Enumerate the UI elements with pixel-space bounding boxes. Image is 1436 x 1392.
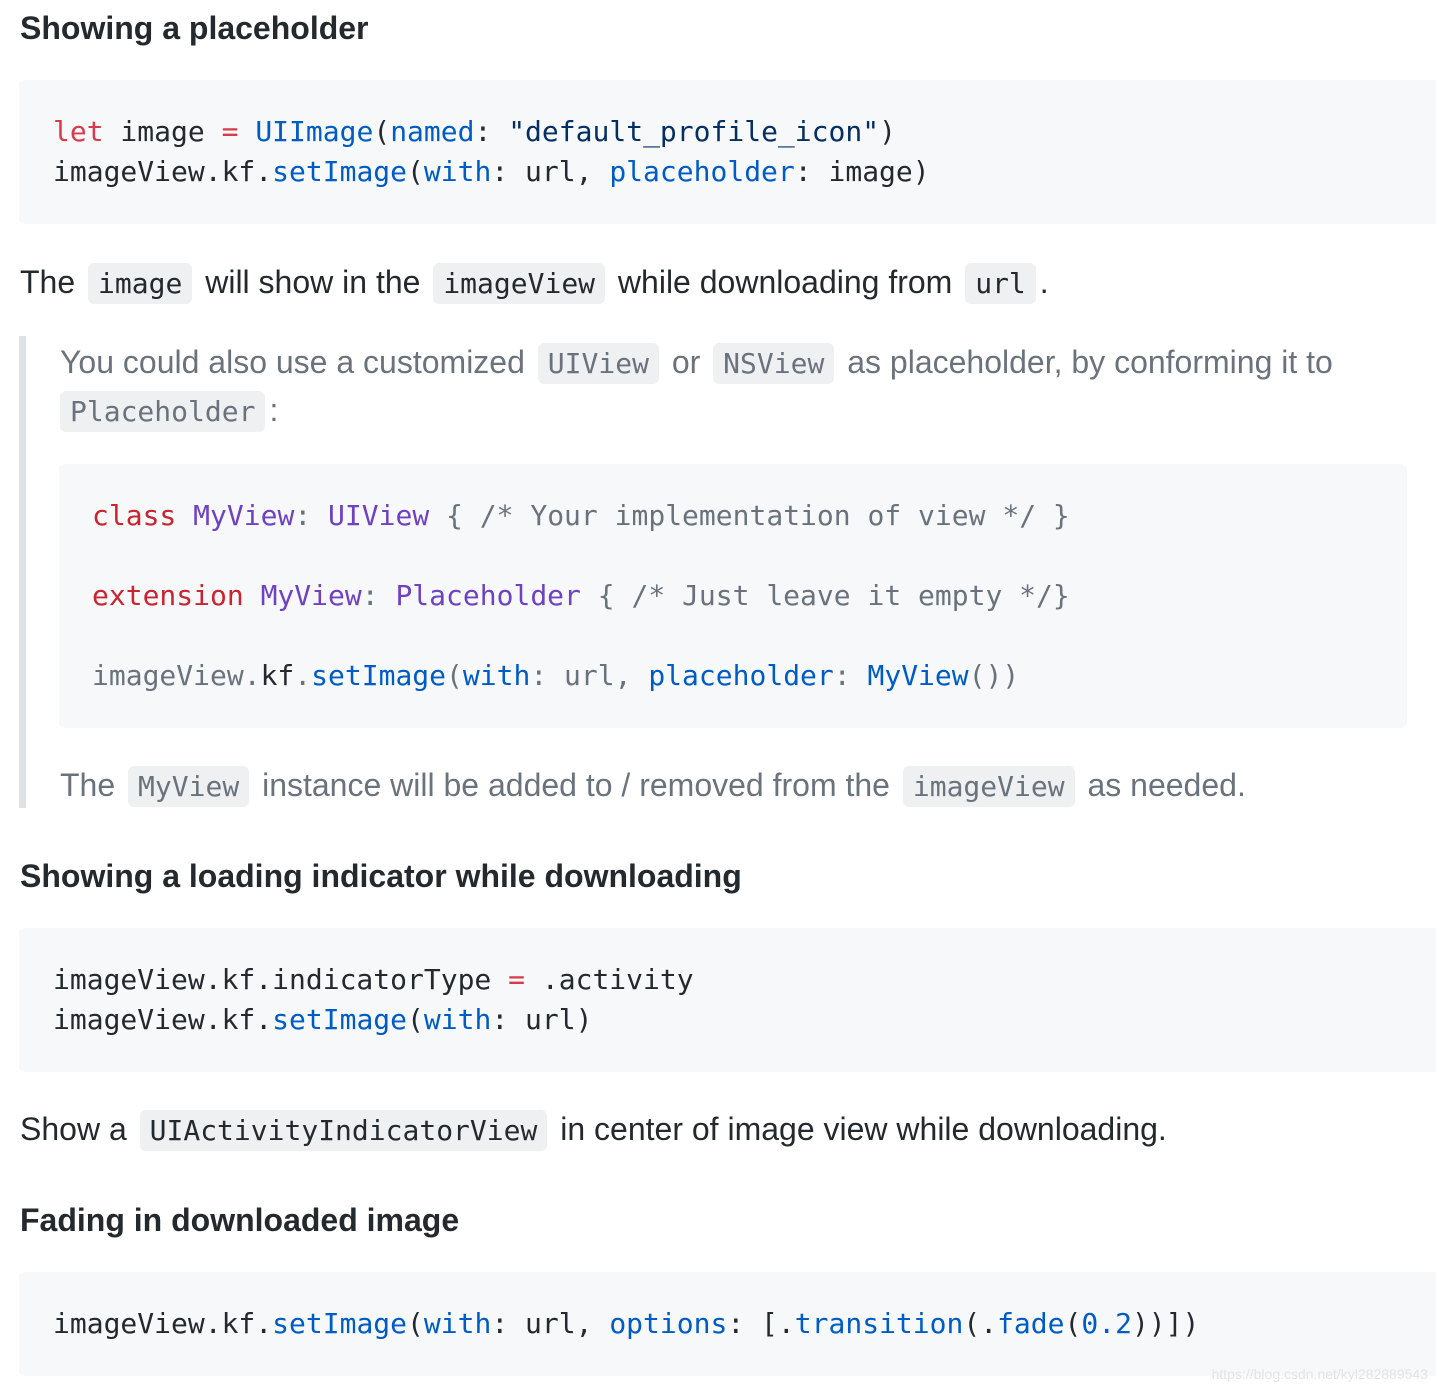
code-block-fading: imageView.kf.setImage(with: url, options…	[19, 1272, 1436, 1376]
quote-after-code: The MyView instance will be added to / r…	[60, 765, 1246, 807]
heading-fading: Fading in downloaded image	[20, 1202, 460, 1238]
code-block-placeholder: let image = UIImage(named: "default_prof…	[19, 80, 1436, 224]
code-line: imageView.kf.setImage(with: url, placeho…	[92, 659, 1020, 692]
inline-code: NSView	[713, 343, 835, 384]
heading-loading-indicator: Showing a loading indicator while downlo…	[20, 858, 742, 894]
inline-code: MyView	[128, 766, 250, 807]
inline-code: Placeholder	[60, 391, 266, 432]
inline-code: url	[965, 263, 1036, 304]
inline-code: UIView	[537, 343, 659, 384]
placeholder-description: The image will show in the imageView whi…	[20, 262, 1049, 304]
code-block-custom-view: class MyView: UIView { /* Your implement…	[59, 464, 1407, 728]
inline-code: image	[88, 263, 193, 304]
code-line: imageView.kf.indicatorType = .activity	[53, 963, 694, 996]
indicator-description: Show a UIActivityIndicatorView in center…	[20, 1109, 1167, 1151]
quote-line-2: Placeholder:	[60, 390, 278, 432]
code-line: class MyView: UIView { /* Your implement…	[92, 499, 1070, 532]
code-line	[92, 536, 1407, 576]
inline-code: imageView	[433, 263, 606, 304]
watermark: https://blog.csdn.net/kyl282889543	[1211, 1366, 1428, 1382]
code-line: imageView.kf.setImage(with: url, placeho…	[53, 155, 930, 188]
code-line: imageView.kf.setImage(with: url, options…	[53, 1307, 1200, 1340]
inline-code: imageView	[902, 766, 1075, 807]
code-line: extension MyView: Placeholder { /* Just …	[92, 579, 1070, 612]
code-block-indicator: imageView.kf.indicatorType = .activity i…	[19, 928, 1436, 1072]
heading-showing-placeholder: Showing a placeholder	[20, 10, 369, 46]
code-line	[92, 616, 1407, 656]
code-line: imageView.kf.setImage(with: url)	[53, 1003, 593, 1036]
quote-line-1: You could also use a customized UIView o…	[60, 342, 1333, 384]
inline-code: UIActivityIndicatorView	[139, 1110, 548, 1151]
code-line: let image = UIImage(named: "default_prof…	[53, 115, 896, 148]
